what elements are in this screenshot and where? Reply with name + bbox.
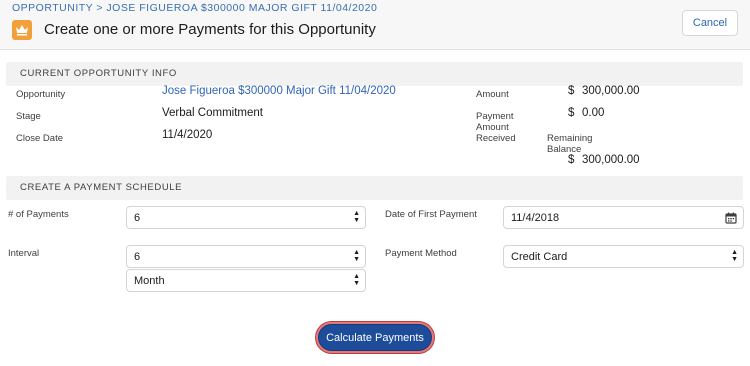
stage-value: Verbal Commitment [162,107,263,119]
opportunity-label: Opportunity [16,89,66,100]
interval-label: Interval [8,248,40,259]
payment-method-label: Payment Method [385,248,457,259]
remaining-balance-label-1: Remaining [547,133,593,144]
payment-amount-received-label-3: Received [476,133,516,144]
select-arrows-icon: ▲ ▼ [353,273,360,287]
received-value: 0.00 [582,107,605,119]
section-header-opportunity-info: CURRENT OPPORTUNITY INFO [6,62,743,86]
close-date-label: Close Date [16,133,63,144]
page-title: Create one or more Payments for this Opp… [44,21,376,38]
remaining-currency: $ [568,154,575,166]
num-payments-select[interactable]: 6 ▲ ▼ [126,206,366,229]
stage-label: Stage [16,111,41,122]
interval-unit-value: Month [134,275,165,287]
select-arrows-icon: ▲ ▼ [353,210,360,224]
first-payment-date-label: Date of First Payment [385,209,477,220]
calendar-icon[interactable] [725,211,737,229]
close-date-value: 11/4/2020 [162,129,213,141]
payment-amount-received-label-1: Payment [476,111,514,122]
payment-method-select[interactable]: Credit Card ▲ ▼ [503,245,744,268]
section-title: CURRENT OPPORTUNITY INFO [20,68,177,79]
num-payments-value: 6 [134,212,141,224]
payment-method-value: Credit Card [511,251,568,263]
section-title: CREATE A PAYMENT SCHEDULE [20,182,183,193]
crown-icon [12,20,32,40]
remaining-balance-label-2: Balance [547,144,582,155]
select-arrows-icon: ▲ ▼ [353,249,360,263]
interval-unit-select[interactable]: Month ▲ ▼ [126,269,366,292]
first-payment-date-value: 11/4/2018 [511,212,560,224]
cancel-button[interactable]: Cancel [682,10,738,36]
remaining-value: 300,000.00 [582,154,640,166]
select-arrows-icon: ▲ ▼ [731,249,738,263]
first-payment-date-input[interactable]: 11/4/2018 [503,206,744,229]
section-header-payment-schedule: CREATE A PAYMENT SCHEDULE [6,176,743,200]
num-payments-label: # of Payments [8,209,69,220]
amount-currency: $ [568,85,575,97]
interval-select[interactable]: 6 ▲ ▼ [126,245,366,268]
opportunity-link[interactable]: Jose Figueroa $300000 Major Gift 11/04/2… [162,85,396,97]
interval-value: 6 [134,251,141,263]
amount-value: 300,000.00 [582,85,640,97]
amount-label: Amount [476,89,509,100]
payment-amount-received-label-2: Amount [476,122,509,133]
page-header: OPPORTUNITY > JOSE FIGUEROA $300000 MAJO… [0,0,750,50]
calculate-payments-button[interactable]: Calculate Payments [318,324,432,351]
received-currency: $ [568,107,575,119]
breadcrumb[interactable]: OPPORTUNITY > JOSE FIGUEROA $300000 MAJO… [12,2,377,14]
